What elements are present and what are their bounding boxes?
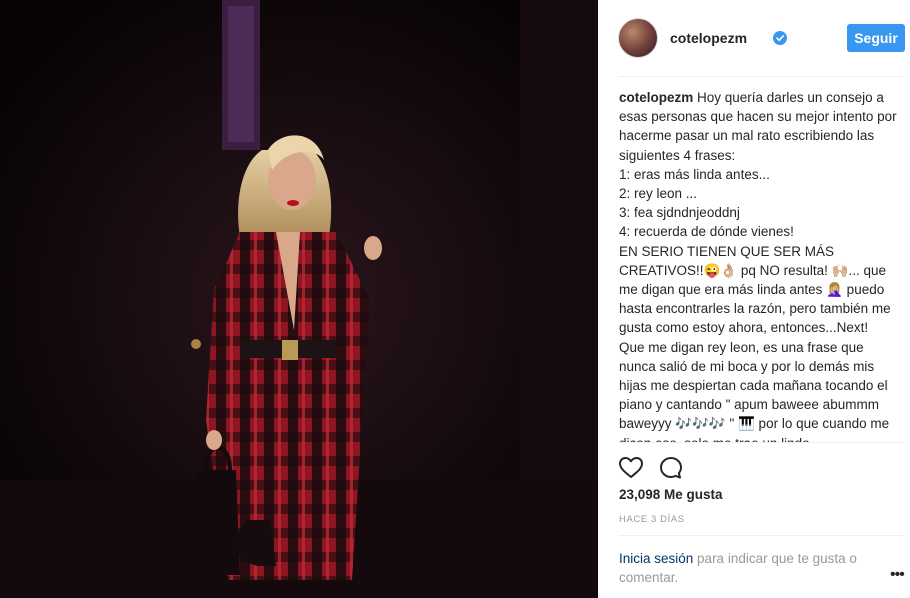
likes-count[interactable]: 23,098 Me gusta [619,487,723,502]
post-actions [618,455,738,481]
heart-icon[interactable] [618,455,644,481]
header-divider [618,76,904,77]
caption-divider [618,442,904,443]
post-caption: cotelopezm Hoy quería darles un consejo … [619,88,899,442]
verified-badge-icon [773,31,787,45]
post-photo[interactable] [0,0,598,598]
post-photo-image [0,0,598,598]
post-sidebar: cotelopezm Seguir cotelopezm Hoy quería … [598,0,910,598]
footer-divider [618,535,904,536]
avatar[interactable] [618,18,658,58]
caption-text: Hoy quería darles un consejo a esas pers… [619,90,897,442]
caption-username-link[interactable]: cotelopezm [619,90,693,105]
more-options-icon[interactable]: ••• [890,566,905,584]
comment-bubble-icon[interactable] [658,455,684,481]
login-prompt: Inicia sesión para indicar que te gusta … [619,549,879,587]
username-link[interactable]: cotelopezm [670,30,747,46]
post-header: cotelopezm Seguir [618,18,905,60]
login-link[interactable]: Inicia sesión [619,551,693,566]
follow-button[interactable]: Seguir [847,24,905,52]
post-timestamp[interactable]: HACE 3 DÍAS [619,514,685,525]
